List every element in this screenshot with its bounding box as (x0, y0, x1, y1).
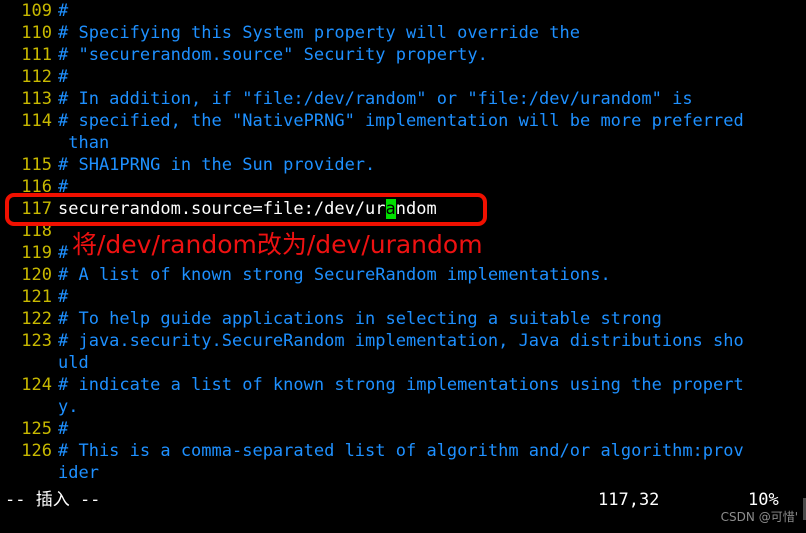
editor-line[interactable]: 115 # SHA1PRNG in the Sun provider. (0, 154, 806, 176)
editor-line[interactable]: 122 # To help guide applications in selec… (0, 308, 806, 330)
line-number: 111 (21, 45, 52, 65)
terminal-window: 109 #110 # Specifying this System property… (0, 0, 806, 533)
line-comment-text: # indicate a list of known strong implem… (58, 375, 744, 395)
line-comment-text: # (58, 1, 69, 21)
line-number: 118 (21, 221, 52, 241)
line-number: 109 (21, 1, 52, 21)
line-comment-text: # This is a comma-separated list of algo… (58, 441, 744, 461)
line-number: 125 (21, 419, 52, 439)
editor-line[interactable]: 125 # (0, 418, 806, 440)
line-number: 117 (21, 199, 52, 219)
line-code-text: securerandom.source=file:/dev/urandom (58, 199, 437, 219)
red-note-annotation: 将/dev/random改为/dev/urandom (72, 230, 483, 259)
editor-line[interactable]: 120 # A list of known strong SecureRandom… (0, 264, 806, 286)
line-number: 120 (21, 265, 52, 285)
editor-wrapped-line[interactable]: uld (0, 352, 806, 374)
editor-line[interactable]: 111 # "securerandom.source" Security prop… (0, 44, 806, 66)
line-comment-text: # (58, 67, 69, 87)
line-comment-text: # A list of known strong SecureRandom im… (58, 265, 611, 285)
editor-line[interactable]: 124 # indicate a list of known strong imp… (0, 374, 806, 396)
editor-wrapped-line[interactable]: than (0, 132, 806, 154)
line-comment-text: y. (58, 397, 79, 417)
editor-line[interactable]: 109 # (0, 0, 806, 22)
line-number: 126 (21, 441, 52, 461)
line-comment-text: # To help guide applications in selectin… (58, 309, 662, 329)
line-comment-text: # Specifying this System property will o… (58, 23, 580, 43)
line-number: 112 (21, 67, 52, 87)
line-comment-text: # (58, 419, 69, 439)
line-comment-text: # (58, 177, 69, 197)
line-number: 123 (21, 331, 52, 351)
editor-line[interactable]: 126 # This is a comma-separated list of a… (0, 440, 806, 462)
status-line: -- 插入 -- 117,32 10% (0, 487, 806, 513)
line-number: 114 (21, 111, 52, 131)
line-number: 119 (21, 243, 52, 263)
line-comment-text: # (58, 243, 69, 263)
line-comment-text: # java.security.SecureRandom implementat… (58, 331, 744, 351)
line-comment-text: # In addition, if "file:/dev/random" or … (58, 89, 693, 109)
status-cursor-position: 117,32 (598, 490, 660, 510)
csdn-watermark: CSDN @可惜' (720, 510, 798, 524)
editor-wrapped-line[interactable]: ider (0, 462, 806, 484)
status-mode-indicator: -- 插入 -- (5, 490, 101, 510)
line-number: 121 (21, 287, 52, 307)
line-number: 113 (21, 89, 52, 109)
line-comment-text: # specified, the "NativePRNG" implementa… (58, 111, 744, 131)
line-comment-text: uld (58, 353, 89, 373)
editor-line[interactable]: 123 # java.security.SecureRandom implemen… (0, 330, 806, 352)
editor-line[interactable]: 113 # In addition, if "file:/dev/random" … (0, 88, 806, 110)
editor-line[interactable]: 110 # Specifying this System property wil… (0, 22, 806, 44)
line-comment-text: than (58, 133, 110, 153)
line-number: 124 (21, 375, 52, 395)
line-comment-text: # (58, 287, 69, 307)
line-comment-text: ider (58, 463, 99, 483)
line-comment-text: # SHA1PRNG in the Sun provider. (58, 155, 376, 175)
text-cursor: a (385, 199, 396, 219)
line-number: 115 (21, 155, 52, 175)
editor-line[interactable]: 117 securerandom.source=file:/dev/urandom (0, 198, 806, 220)
editor-line[interactable]: 114 # specified, the "NativePRNG" impleme… (0, 110, 806, 132)
editor-wrapped-line[interactable]: y. (0, 396, 806, 418)
line-number: 116 (21, 177, 52, 197)
line-number: 110 (21, 23, 52, 43)
line-comment-text: # "securerandom.source" Security propert… (58, 45, 488, 65)
editor-line[interactable]: 116 # (0, 176, 806, 198)
editor-line[interactable]: 112 # (0, 66, 806, 88)
line-number: 122 (21, 309, 52, 329)
editor-line[interactable]: 121 # (0, 286, 806, 308)
